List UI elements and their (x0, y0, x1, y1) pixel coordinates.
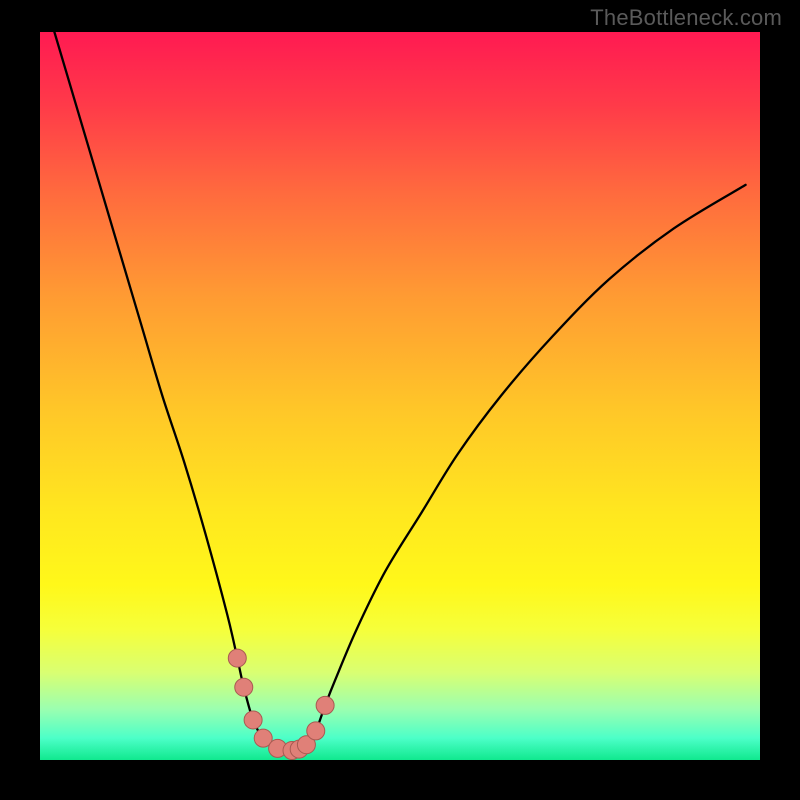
data-point-marker (228, 649, 246, 667)
data-point-marker (244, 711, 262, 729)
chart-frame: TheBottleneck.com (0, 0, 800, 800)
data-point-marker (307, 722, 325, 740)
data-markers (228, 649, 334, 759)
data-point-marker (316, 696, 334, 714)
bottleneck-curve (54, 32, 745, 751)
plot-area (40, 32, 760, 760)
watermark-text: TheBottleneck.com (590, 5, 782, 31)
data-point-marker (235, 678, 253, 696)
chart-svg (40, 32, 760, 760)
